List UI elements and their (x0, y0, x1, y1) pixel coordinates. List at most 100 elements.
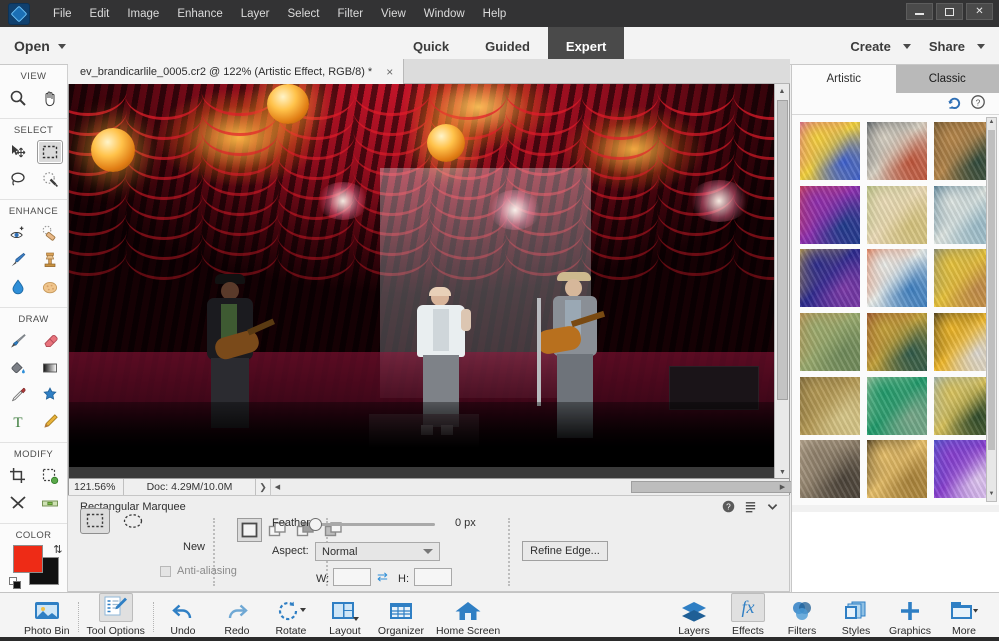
effect-thumbnail[interactable] (867, 440, 927, 499)
taskbar-rotate[interactable]: Rotate (264, 595, 318, 640)
lasso-tool[interactable] (5, 167, 31, 191)
spot-healing-brush-tool[interactable] (37, 221, 63, 245)
sponge-tool[interactable] (37, 275, 63, 299)
smart-brush-tool[interactable] (5, 248, 31, 272)
status-expand-icon[interactable]: ❯ (256, 482, 270, 493)
menu-item-image[interactable]: Image (118, 4, 168, 24)
create-dropdown-caret-icon[interactable] (902, 43, 911, 49)
minimize-button[interactable] (906, 3, 933, 20)
feather-slider[interactable] (309, 518, 435, 531)
vertical-scroll-thumb[interactable] (777, 100, 788, 400)
effect-thumbnail[interactable] (800, 440, 860, 499)
taskbar-undo[interactable]: Undo (156, 595, 210, 640)
taskbar-organizer[interactable]: Organizer (372, 595, 430, 640)
new-selection-button[interactable] (237, 518, 262, 542)
effect-thumbnail[interactable] (800, 312, 860, 371)
swap-colors-icon[interactable]: ⇅ (53, 543, 62, 556)
zoom-tool[interactable] (5, 86, 31, 110)
straighten-tool[interactable] (37, 491, 63, 515)
taskbar-filters[interactable]: Filters (775, 595, 829, 640)
create-button[interactable]: Create (850, 39, 890, 54)
effect-thumbnail[interactable] (867, 185, 927, 244)
blur-tool[interactable] (5, 275, 31, 299)
zoom-level-field[interactable]: 121.56% (69, 479, 124, 495)
pencil-tool[interactable] (37, 410, 63, 434)
taskbar-tool-options[interactable]: Tool Options (81, 592, 151, 640)
intersect-with-selection-button[interactable] (321, 518, 346, 542)
menu-item-help[interactable]: Help (474, 4, 516, 24)
effect-thumbnail[interactable] (934, 185, 994, 244)
swap-dimensions-icon[interactable]: ⇄ (377, 569, 388, 585)
scroll-right-arrow-icon[interactable]: ▶ (776, 479, 789, 495)
effects-scroll-down-icon[interactable]: ▼ (988, 491, 995, 500)
effect-thumbnail[interactable] (934, 312, 994, 371)
taskbar-styles[interactable]: Styles (829, 595, 883, 640)
menu-item-filter[interactable]: Filter (328, 4, 372, 24)
effect-thumbnail[interactable] (934, 440, 994, 499)
anti-aliasing-option[interactable]: Anti-aliasing (160, 565, 237, 577)
menu-item-window[interactable]: Window (415, 4, 474, 24)
eraser-tool[interactable] (37, 329, 63, 353)
document-tab[interactable]: ev_brandicarlile_0005.cr2 @ 122% (Artist… (68, 59, 405, 84)
taskbar-layers[interactable]: Layers (667, 595, 721, 640)
rectangular-marquee-option[interactable] (80, 508, 110, 534)
effects-scroll-up-icon[interactable]: ▲ (988, 119, 995, 128)
effect-thumbnail[interactable] (934, 122, 994, 180)
recompose-tool[interactable] (37, 464, 63, 488)
effect-thumbnail[interactable] (800, 376, 860, 435)
color-picker-tool[interactable] (5, 383, 31, 407)
height-input[interactable] (414, 568, 452, 586)
crop-tool[interactable] (5, 464, 31, 488)
options-menu-icon[interactable] (744, 500, 757, 516)
effect-thumbnail[interactable] (800, 122, 860, 180)
hand-tool[interactable] (37, 86, 63, 110)
type-tool[interactable]: T (5, 410, 31, 434)
red-eye-removal-tool[interactable] (5, 221, 31, 245)
clone-stamp-tool[interactable] (37, 248, 63, 272)
taskbar-home-screen[interactable]: Home Screen (430, 595, 506, 640)
taskbar-photo-bin[interactable]: Photo Bin (18, 595, 76, 640)
maximize-button[interactable] (936, 3, 963, 20)
effect-thumbnail[interactable] (867, 249, 927, 308)
custom-shape-tool[interactable] (37, 383, 63, 407)
effect-thumbnail[interactable] (934, 249, 994, 308)
open-button[interactable]: Open (14, 38, 66, 54)
content-aware-move-tool[interactable] (5, 491, 31, 515)
paint-bucket-tool[interactable] (5, 356, 31, 380)
document-tab-close-icon[interactable]: × (386, 65, 393, 79)
canvas-vertical-scrollbar[interactable]: ▲ ▼ (774, 84, 789, 478)
help-icon[interactable]: ? (971, 95, 985, 112)
taskbar-more[interactable]: More (937, 595, 991, 640)
brush-tool[interactable] (5, 329, 31, 353)
help-icon[interactable]: ? (722, 500, 735, 516)
anti-aliasing-checkbox[interactable] (160, 565, 171, 577)
open-dropdown-caret-icon[interactable] (57, 43, 66, 49)
move-tool[interactable] (5, 140, 31, 164)
chevron-down-icon[interactable] (423, 549, 433, 554)
menu-item-view[interactable]: View (372, 4, 415, 24)
scroll-up-arrow-icon[interactable]: ▲ (775, 84, 789, 98)
aspect-select[interactable]: Normal (315, 542, 440, 561)
effect-thumbnail[interactable] (800, 185, 860, 244)
refine-edge-button[interactable]: Refine Edge... (522, 541, 608, 561)
scroll-left-arrow-icon[interactable]: ◀ (271, 479, 284, 495)
scroll-down-arrow-icon[interactable]: ▼ (775, 465, 789, 478)
close-button[interactable]: ✕ (966, 3, 993, 20)
effect-thumbnail[interactable] (867, 122, 927, 180)
collapse-chevron-icon[interactable] (766, 500, 779, 516)
taskbar-layout[interactable]: Layout (318, 595, 372, 640)
taskbar-effects[interactable]: fx Effects (721, 592, 775, 640)
effects-scroll-thumb[interactable] (988, 130, 995, 450)
tab-classic[interactable]: Classic (895, 65, 999, 93)
menu-item-layer[interactable]: Layer (232, 4, 279, 24)
taskbar-graphics[interactable]: Graphics (883, 595, 937, 640)
undo-history-icon[interactable] (947, 95, 962, 113)
default-colors-icon[interactable] (8, 577, 22, 589)
feather-slider-knob[interactable] (309, 518, 322, 531)
foreground-color-swatch[interactable] (12, 545, 43, 573)
menu-item-enhance[interactable]: Enhance (168, 4, 231, 24)
image-canvas[interactable]: ▲ ▼ (68, 84, 790, 479)
effect-thumbnail[interactable] (867, 312, 927, 371)
tab-artistic[interactable]: Artistic (792, 65, 896, 93)
effects-panel-scrollbar[interactable]: ▲ ▼ (986, 117, 997, 502)
